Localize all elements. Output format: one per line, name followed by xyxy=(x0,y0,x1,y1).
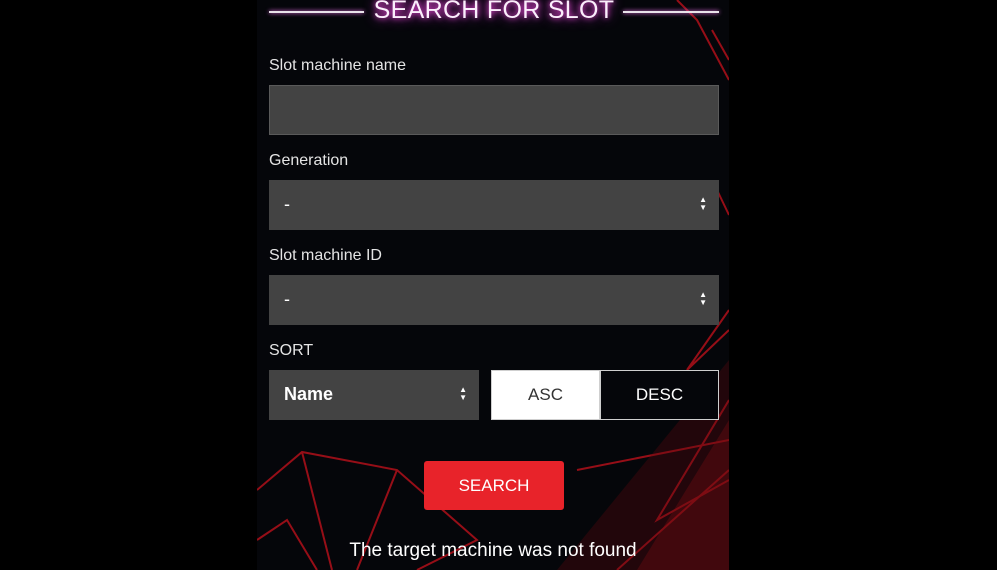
sort-select[interactable]: Name ▲ ▼ xyxy=(269,370,479,420)
slot-name-input[interactable] xyxy=(269,85,719,135)
sort-select-value: Name xyxy=(284,384,334,404)
updown-arrows-icon: ▲ ▼ xyxy=(699,290,707,307)
sort-desc-button[interactable]: DESC xyxy=(600,370,719,420)
sort-asc-button[interactable]: ASC xyxy=(491,370,600,420)
generation-select-value: - xyxy=(284,194,290,214)
generation-label: Generation xyxy=(269,152,349,169)
slot-id-label: Slot machine ID xyxy=(269,247,382,264)
generation-select[interactable]: - ▲ ▼ xyxy=(269,180,719,230)
title-row: SEARCH FOR SLOT xyxy=(269,0,719,26)
title-divider-right xyxy=(623,11,719,13)
slot-id-select-value: - xyxy=(284,289,290,309)
search-button[interactable]: SEARCH xyxy=(424,461,564,510)
updown-arrows-icon: ▲ ▼ xyxy=(699,195,707,212)
slot-id-select[interactable]: - ▲ ▼ xyxy=(269,275,719,325)
search-panel: SEARCH FOR SLOT Slot machine name Genera… xyxy=(257,0,729,570)
result-message: The target machine was not found xyxy=(349,540,637,561)
sort-label: SORT xyxy=(269,342,314,359)
updown-arrows-icon: ▲ ▼ xyxy=(459,385,467,402)
page: SEARCH FOR SLOT Slot machine name Genera… xyxy=(0,0,997,570)
slot-name-label: Slot machine name xyxy=(269,57,406,74)
